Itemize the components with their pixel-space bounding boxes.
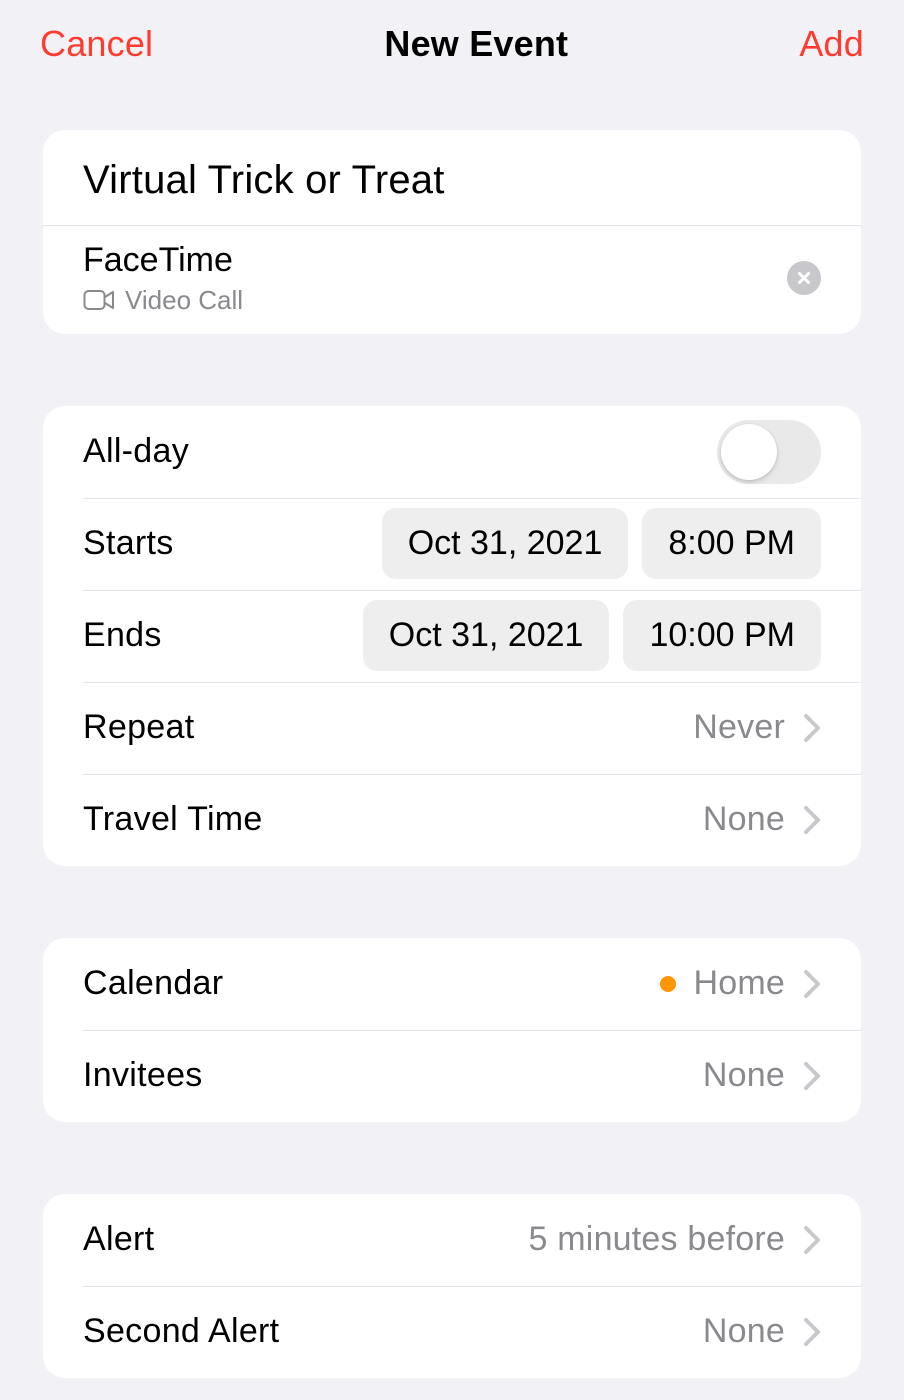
all-day-toggle[interactable] — [717, 420, 821, 484]
calendar-value: Home — [694, 964, 786, 1003]
clear-location-icon[interactable] — [787, 261, 821, 295]
title-location-group: Virtual Trick or Treat FaceTime Video Ca… — [43, 130, 861, 334]
toggle-knob — [721, 424, 777, 480]
location-subtitle: Video Call — [125, 285, 243, 316]
second-alert-row[interactable]: Second Alert None — [43, 1286, 861, 1378]
repeat-label: Repeat — [83, 708, 194, 747]
travel-time-value: None — [703, 800, 785, 839]
modal-header: Cancel New Event Add — [0, 0, 904, 70]
cancel-button[interactable]: Cancel — [40, 23, 153, 65]
alert-row[interactable]: Alert 5 minutes before — [43, 1194, 861, 1286]
ends-date-button[interactable]: Oct 31, 2021 — [363, 600, 610, 671]
chevron-right-icon — [803, 970, 821, 998]
ends-time-button[interactable]: 10:00 PM — [623, 600, 821, 671]
starts-label: Starts — [83, 524, 174, 563]
starts-row: Starts Oct 31, 2021 8:00 PM — [43, 498, 861, 590]
schedule-group: All-day Starts Oct 31, 2021 8:00 PM Ends… — [43, 406, 861, 866]
location-row[interactable]: FaceTime Video Call — [43, 226, 861, 334]
invitees-row[interactable]: Invitees None — [43, 1030, 861, 1122]
video-call-icon — [83, 289, 115, 311]
calendar-color-dot — [660, 976, 676, 992]
chevron-right-icon — [803, 806, 821, 834]
chevron-right-icon — [803, 1226, 821, 1254]
ends-row: Ends Oct 31, 2021 10:00 PM — [43, 590, 861, 682]
chevron-right-icon — [803, 1062, 821, 1090]
second-alert-label: Second Alert — [83, 1312, 279, 1351]
chevron-right-icon — [803, 1318, 821, 1346]
alert-label: Alert — [83, 1220, 154, 1259]
calendar-label: Calendar — [83, 964, 223, 1003]
repeat-row[interactable]: Repeat Never — [43, 682, 861, 774]
location-title: FaceTime — [83, 240, 243, 281]
starts-time-button[interactable]: 8:00 PM — [642, 508, 821, 579]
all-day-row: All-day — [43, 406, 861, 498]
all-day-label: All-day — [83, 432, 189, 471]
calendar-row[interactable]: Calendar Home — [43, 938, 861, 1030]
add-button[interactable]: Add — [799, 23, 864, 65]
event-title-field[interactable]: Virtual Trick or Treat — [43, 130, 861, 226]
ends-label: Ends — [83, 616, 162, 655]
alert-value: 5 minutes before — [529, 1220, 785, 1259]
event-title-text: Virtual Trick or Treat — [83, 158, 821, 203]
starts-date-button[interactable]: Oct 31, 2021 — [382, 508, 629, 579]
second-alert-value: None — [703, 1312, 785, 1351]
invitees-value: None — [703, 1056, 785, 1095]
modal-title: New Event — [384, 23, 568, 65]
calendar-group: Calendar Home Invitees None — [43, 938, 861, 1122]
chevron-right-icon — [803, 714, 821, 742]
travel-time-row[interactable]: Travel Time None — [43, 774, 861, 866]
invitees-label: Invitees — [83, 1056, 203, 1095]
alerts-group: Alert 5 minutes before Second Alert None — [43, 1194, 861, 1378]
travel-time-label: Travel Time — [83, 800, 263, 839]
repeat-value: Never — [693, 708, 785, 747]
